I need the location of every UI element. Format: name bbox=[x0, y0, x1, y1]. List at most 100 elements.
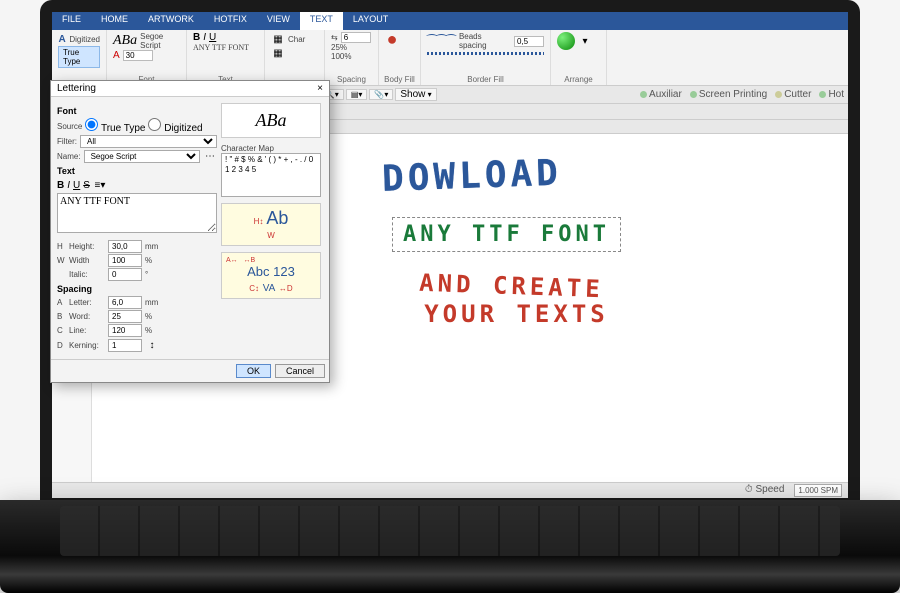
ok-button[interactable]: OK bbox=[236, 364, 271, 378]
lettering-dialog: Lettering × Font Source True Type Digiti… bbox=[50, 80, 330, 383]
canvas-text-2[interactable]: ANY TTF FONT bbox=[392, 217, 621, 252]
show-button[interactable]: Show ▾ bbox=[395, 88, 436, 101]
status-cutter[interactable]: Cutter bbox=[775, 89, 811, 100]
tab-layout[interactable]: LAYOUT bbox=[343, 12, 398, 30]
digitized-label: Digitized bbox=[69, 35, 100, 44]
group-borderfill-label: Border Fill bbox=[421, 75, 550, 84]
height-input[interactable] bbox=[108, 240, 142, 253]
font-preview: ABa bbox=[221, 103, 321, 138]
tab-artwork[interactable]: ARTWORK bbox=[138, 12, 204, 30]
pct25[interactable]: 25% bbox=[331, 43, 347, 52]
italic-button[interactable]: I bbox=[203, 32, 206, 43]
status-hot[interactable]: Hot bbox=[819, 89, 844, 100]
bodyfill-icon[interactable]: ● bbox=[385, 32, 399, 46]
width-unit: % bbox=[145, 256, 152, 265]
dlg-bold[interactable]: B bbox=[57, 180, 64, 191]
charmap-label: Character Map bbox=[221, 144, 321, 153]
st-val[interactable] bbox=[341, 32, 371, 43]
word-label: Word: bbox=[69, 312, 105, 321]
status-bar: ⏱ Speed 1.000 SPM bbox=[52, 482, 848, 498]
kerning-input[interactable] bbox=[108, 339, 142, 352]
tab-file[interactable]: FILE bbox=[52, 12, 91, 30]
word-input[interactable] bbox=[108, 310, 142, 323]
grid-icon[interactable]: ▦ bbox=[271, 32, 285, 46]
dlg-strike[interactable]: S bbox=[83, 180, 90, 191]
borderfill-group: ⁀⁀⁀ Beads spacing Border Fill bbox=[421, 30, 551, 85]
italic-input[interactable] bbox=[108, 268, 142, 281]
source-digitized-radio[interactable]: Digitized bbox=[148, 118, 202, 134]
canvas-text-3[interactable]: AND CREATE bbox=[402, 268, 622, 304]
name-label: Name: bbox=[57, 152, 81, 161]
italic-label: Italic: bbox=[69, 270, 105, 279]
status-speed-label: ⏱ Speed bbox=[745, 484, 785, 497]
beads-value[interactable] bbox=[514, 36, 544, 47]
dialog-titlebar[interactable]: Lettering × bbox=[51, 81, 329, 97]
spacing-section-header: Spacing bbox=[57, 284, 217, 294]
canvas-text-1[interactable]: DOWLOAD bbox=[381, 141, 848, 200]
font-name-label[interactable]: Segoe Script bbox=[140, 32, 180, 50]
laptop-keyboard bbox=[0, 500, 900, 593]
text-input[interactable]: ANY TTF FONT bbox=[57, 193, 217, 233]
row-c-label: C bbox=[57, 326, 66, 335]
width-input[interactable] bbox=[108, 254, 142, 267]
ribbon-text-value: ANY TTF FONT bbox=[193, 43, 249, 52]
cancel-button[interactable]: Cancel bbox=[275, 364, 325, 378]
dialog-title: Lettering bbox=[57, 83, 96, 94]
font-sample: ABa bbox=[113, 33, 137, 49]
st-icon[interactable]: ⇆ bbox=[331, 33, 338, 42]
tab-text[interactable]: TEXT bbox=[300, 12, 343, 30]
status-screenprint[interactable]: Screen Printing bbox=[690, 89, 767, 100]
dlg-underline[interactable]: U bbox=[73, 180, 80, 191]
grid2-icon[interactable]: ▦ bbox=[271, 46, 285, 60]
char-label: Char bbox=[288, 35, 305, 44]
row-w-label: W bbox=[57, 256, 66, 265]
digitized-icon[interactable]: A bbox=[58, 32, 66, 46]
tab-home[interactable]: HOME bbox=[91, 12, 138, 30]
name-select[interactable]: Segoe Script bbox=[84, 150, 200, 163]
letter-input[interactable] bbox=[108, 296, 142, 309]
font-size-icon: A bbox=[113, 50, 120, 61]
pct100[interactable]: 100% bbox=[331, 52, 351, 61]
font-size-input[interactable] bbox=[123, 50, 153, 61]
arrange-menu-icon[interactable]: ▾ bbox=[578, 34, 592, 48]
text-section-header: Text bbox=[57, 166, 217, 176]
status-spm[interactable]: 1.000 SPM bbox=[794, 484, 842, 497]
ribbon: ADigitized True Type ABaSegoe Script A F… bbox=[52, 30, 848, 86]
row-d-label: D bbox=[57, 341, 66, 350]
spacing-diagram: A↔ ↔B Abc 123 C↕ VA ↔D bbox=[221, 252, 321, 299]
width-label: Width bbox=[69, 256, 105, 265]
filter-select[interactable]: All bbox=[80, 135, 217, 148]
group-spacing-label: Spacing bbox=[325, 75, 378, 84]
charmap-grid[interactable]: ! " # $ % & ' ( ) * + , - . / 0 1 2 3 4 … bbox=[221, 153, 321, 197]
row-h-label: H bbox=[57, 242, 66, 251]
letter-label: Letter: bbox=[69, 298, 105, 307]
tab-view[interactable]: VIEW bbox=[257, 12, 300, 30]
group-arrange-label: Arrange bbox=[551, 75, 606, 84]
ribbon-tabs: FILE HOME ARTWORK HOTFIX VIEW TEXT LAYOU… bbox=[52, 12, 848, 30]
font-section-header: Font bbox=[57, 106, 217, 116]
beads-label: Beads spacing bbox=[459, 32, 511, 50]
underline-button[interactable]: U bbox=[209, 32, 216, 43]
tool-pin[interactable]: 📎▾ bbox=[369, 89, 393, 100]
filter-label: Filter: bbox=[57, 137, 77, 146]
border-arc-icon[interactable]: ⁀⁀⁀ bbox=[427, 34, 456, 48]
tab-hotfix[interactable]: HOTFIX bbox=[204, 12, 257, 30]
source-truetype-radio[interactable]: True Type bbox=[85, 118, 145, 134]
truetype-toggle[interactable]: True Type bbox=[58, 46, 100, 68]
kerning-label: Kerning: bbox=[69, 341, 105, 350]
bold-button[interactable]: B bbox=[193, 32, 200, 43]
source-label: Source bbox=[57, 122, 82, 131]
align-dropdown-icon[interactable]: ≡▾ bbox=[93, 178, 107, 192]
size-diagram: H↕ AbW bbox=[221, 203, 321, 246]
row-a-label: A bbox=[57, 298, 66, 307]
italic-unit: ° bbox=[145, 270, 148, 279]
tool-stitch[interactable]: ▤▾ bbox=[346, 89, 368, 100]
status-auxiliar[interactable]: Auxiliar bbox=[640, 89, 682, 100]
canvas-text-4[interactable]: YOUR TEXTS bbox=[412, 300, 621, 328]
close-icon[interactable]: × bbox=[317, 83, 323, 94]
line-input[interactable] bbox=[108, 324, 142, 337]
kerning-lock-icon[interactable]: ↕ bbox=[145, 338, 159, 352]
font-browse-icon[interactable]: ⋯ bbox=[203, 149, 217, 163]
arrange-icon[interactable] bbox=[557, 32, 575, 50]
dlg-italic[interactable]: I bbox=[67, 180, 70, 191]
